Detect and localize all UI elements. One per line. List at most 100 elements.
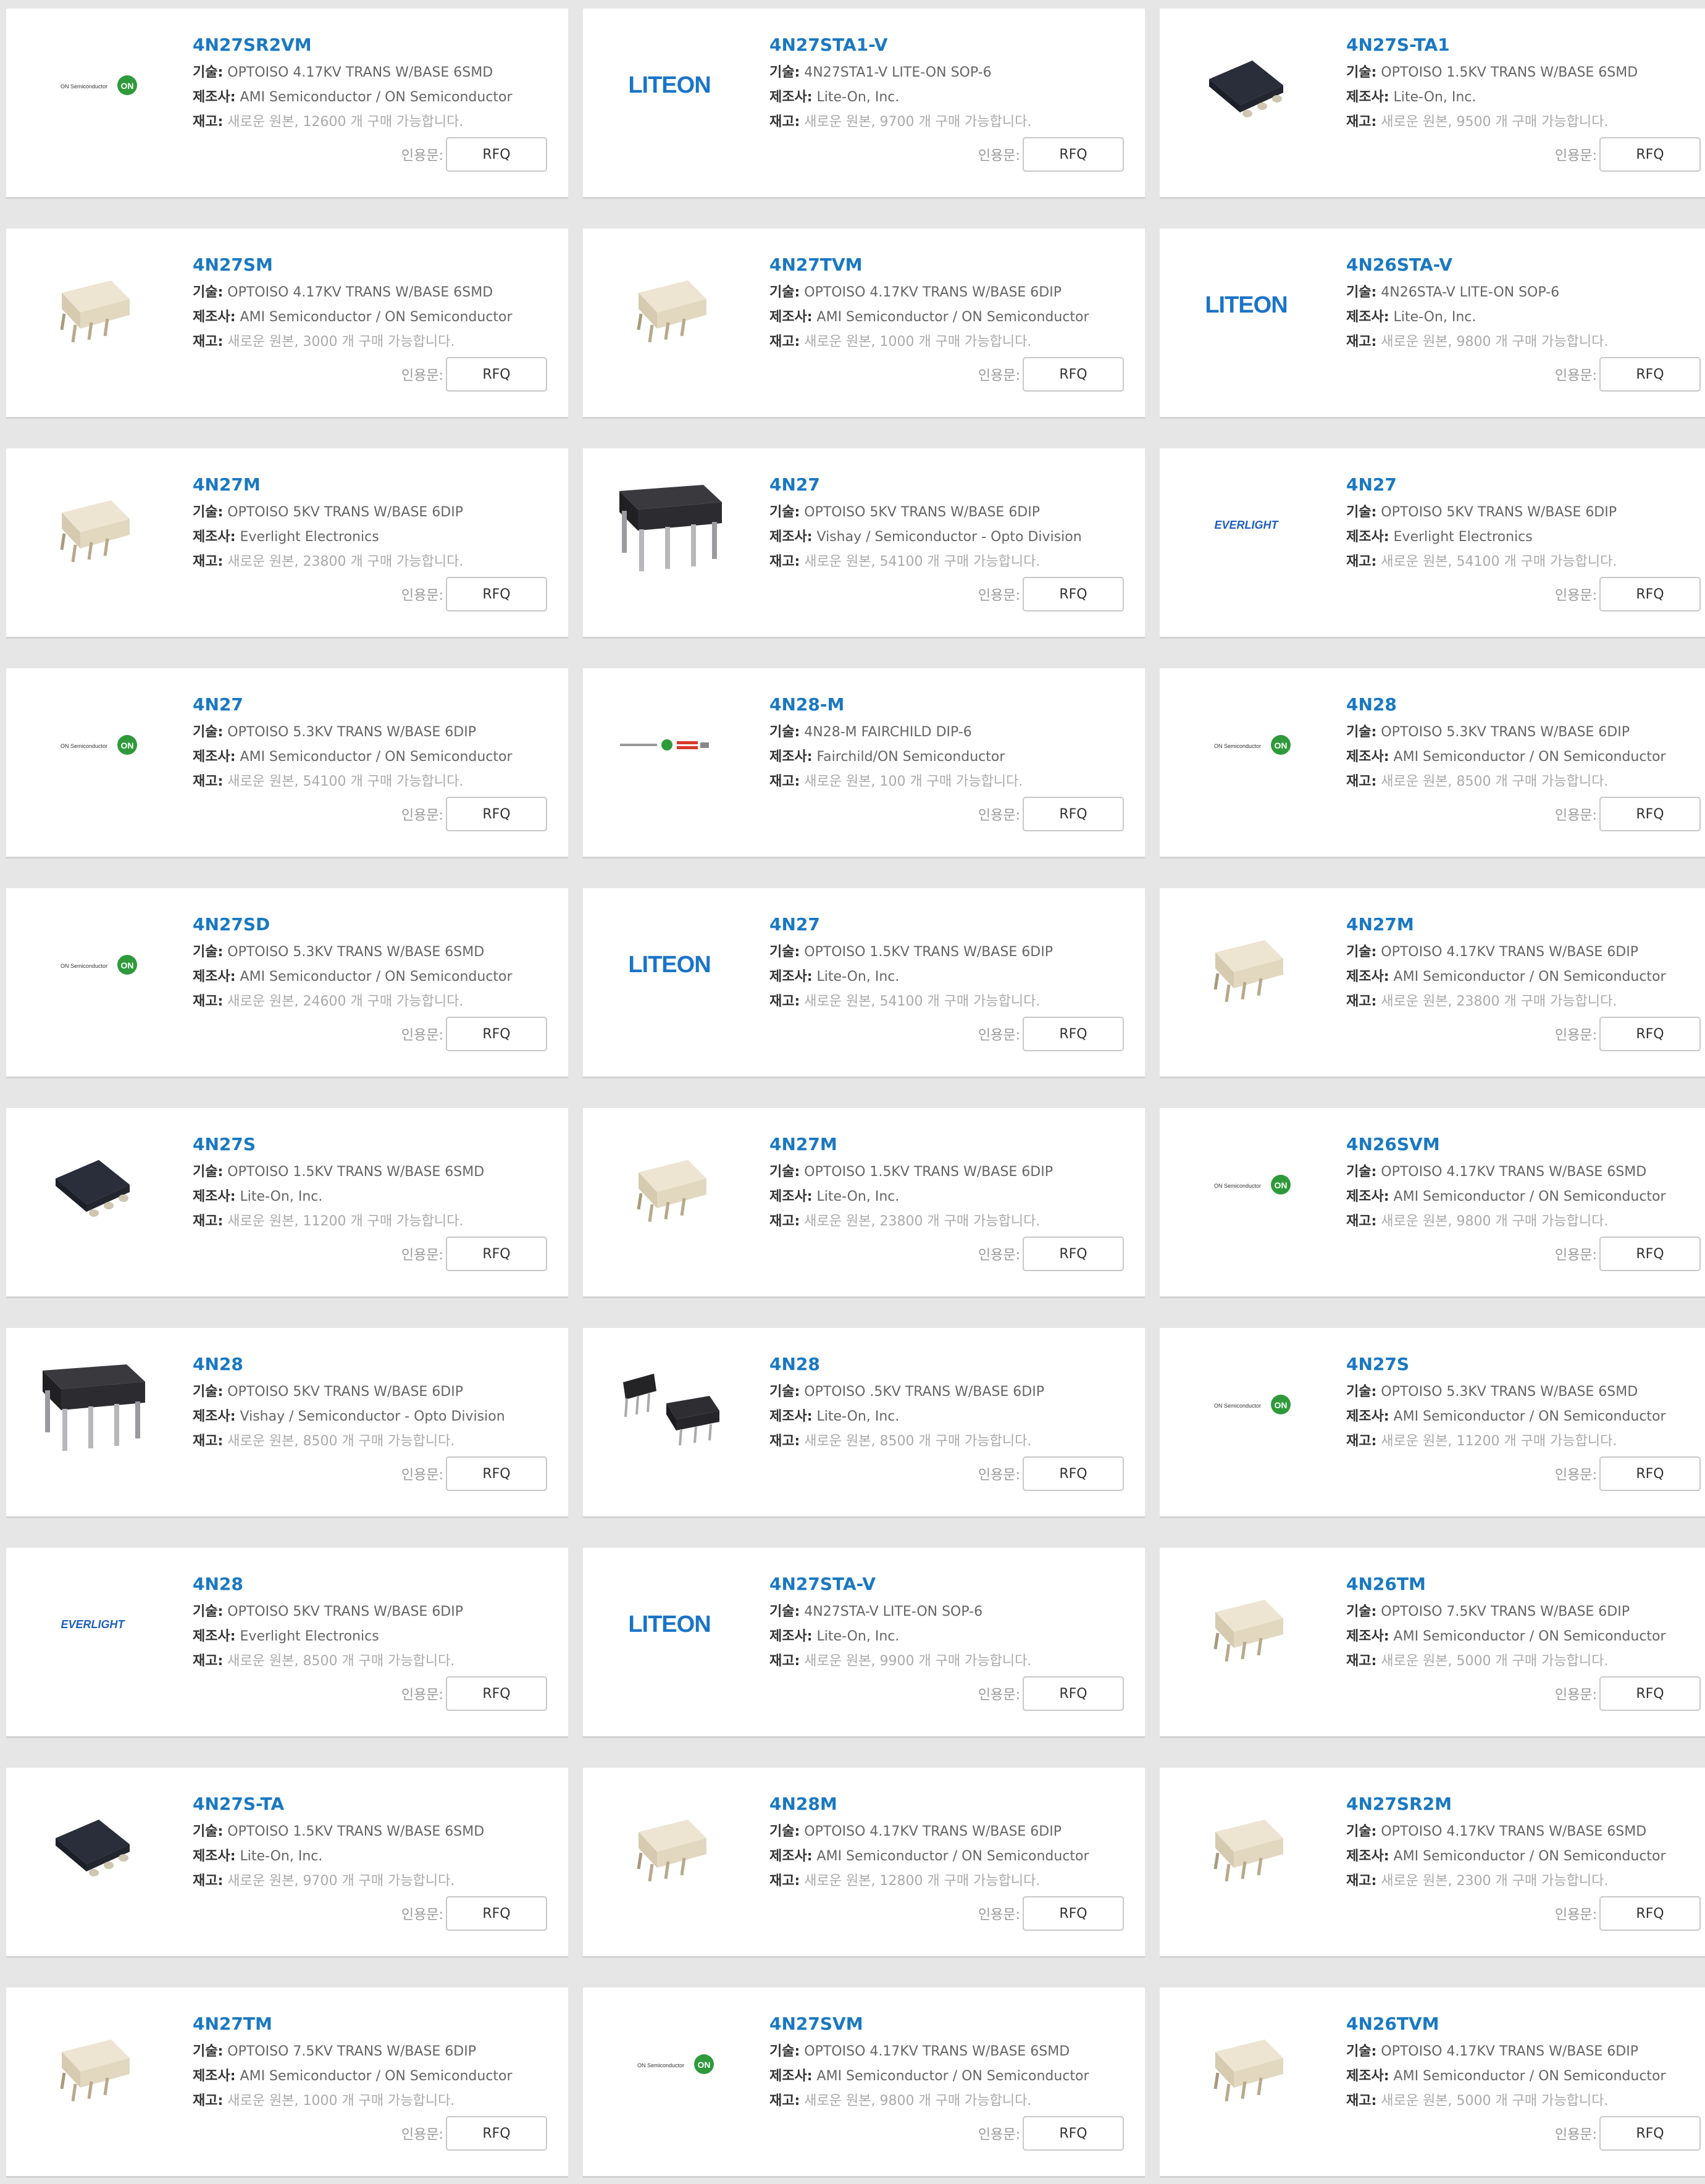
manufacturer-value: Lite-On, Inc. bbox=[816, 969, 900, 985]
part-number-link[interactable]: 4N27TVM bbox=[769, 254, 1126, 275]
part-number-link[interactable]: 4N28-M bbox=[769, 694, 1126, 715]
rfq-button[interactable]: RFQ bbox=[446, 797, 547, 831]
rfq-button[interactable]: RFQ bbox=[1599, 577, 1701, 611]
rfq-button[interactable]: RFQ bbox=[1599, 1896, 1701, 1931]
product-image[interactable] bbox=[608, 1790, 731, 1898]
rfq-button[interactable]: RFQ bbox=[1023, 1676, 1124, 1711]
part-number-link[interactable]: 4N28 bbox=[193, 1354, 550, 1375]
product-image[interactable]: ON Semiconductor ON bbox=[31, 691, 154, 799]
part-number-link[interactable]: 4N27STA-V bbox=[769, 1574, 1126, 1595]
part-number-link[interactable]: 4N28M bbox=[769, 1794, 1126, 1815]
product-image[interactable]: LITEON bbox=[608, 31, 731, 139]
part-number-link[interactable]: 4N27SD bbox=[193, 914, 550, 935]
rfq-button[interactable]: RFQ bbox=[1023, 797, 1124, 831]
product-image[interactable]: ON Semiconductor ON bbox=[608, 2010, 731, 2118]
part-number-link[interactable]: 4N27SR2M bbox=[1346, 1794, 1703, 1815]
product-image[interactable] bbox=[31, 2010, 154, 2118]
product-image[interactable]: EVERLIGHT bbox=[1184, 471, 1308, 579]
rfq-button[interactable]: RFQ bbox=[446, 1896, 547, 1931]
product-image[interactable]: ON Semiconductor ON bbox=[31, 31, 154, 139]
rfq-button[interactable]: RFQ bbox=[1599, 797, 1701, 831]
rfq-button[interactable]: RFQ bbox=[446, 577, 547, 611]
rfq-button[interactable]: RFQ bbox=[1023, 1017, 1124, 1051]
product-image[interactable] bbox=[608, 251, 731, 359]
part-number-link[interactable]: 4N26TM bbox=[1346, 1574, 1703, 1595]
rfq-button[interactable]: RFQ bbox=[1599, 1676, 1701, 1711]
rfq-button[interactable]: RFQ bbox=[446, 2116, 547, 2151]
part-number-link[interactable]: 4N27 bbox=[193, 694, 550, 715]
rfq-button[interactable]: RFQ bbox=[1023, 357, 1124, 392]
part-number-link[interactable]: 4N26TVM bbox=[1346, 2014, 1703, 2035]
product-image[interactable]: EVERLIGHT bbox=[31, 1570, 154, 1678]
product-image[interactable]: ON Semiconductor ON bbox=[31, 910, 154, 1018]
product-image[interactable] bbox=[1184, 910, 1308, 1018]
liteon-logo: LITEON bbox=[628, 1611, 711, 1637]
part-number-link[interactable]: 4N28 bbox=[193, 1574, 550, 1595]
part-number-link[interactable]: 4N27SVM bbox=[769, 2014, 1126, 2035]
rfq-button[interactable]: RFQ bbox=[446, 1237, 547, 1271]
rfq-button[interactable]: RFQ bbox=[1023, 1896, 1124, 1931]
manufacturer-value: AMI Semiconductor / ON Semiconductor bbox=[240, 749, 513, 765]
rfq-button[interactable]: RFQ bbox=[1599, 1237, 1701, 1271]
stock-value: 새로운 원본, 1000 개 구매 가능합니다. bbox=[227, 2093, 455, 2109]
rfq-button[interactable]: RFQ bbox=[1023, 1237, 1124, 1271]
part-number-link[interactable]: 4N27STA1-V bbox=[769, 35, 1126, 56]
product-image[interactable] bbox=[608, 691, 731, 799]
product-image[interactable] bbox=[1184, 1570, 1308, 1678]
on-semiconductor-logo-text: ON Semiconductor bbox=[1214, 743, 1261, 749]
product-image[interactable] bbox=[31, 1130, 154, 1238]
part-number-link[interactable]: 4N26SVM bbox=[1346, 1134, 1703, 1155]
stock-value: 새로운 원본, 8500 개 구매 가능합니다. bbox=[227, 1434, 455, 1449]
part-number-link[interactable]: 4N28 bbox=[769, 1354, 1126, 1375]
part-number-link[interactable]: 4N27SR2VM bbox=[193, 35, 550, 56]
part-number-link[interactable]: 4N27S-TA bbox=[193, 1794, 550, 1815]
part-number-link[interactable]: 4N26STA-V bbox=[1346, 254, 1703, 275]
product-image[interactable] bbox=[1184, 2010, 1308, 2118]
product-image[interactable] bbox=[1184, 31, 1308, 139]
product-image[interactable] bbox=[608, 1130, 731, 1238]
product-image[interactable] bbox=[608, 471, 731, 579]
part-number-link[interactable]: 4N28 bbox=[1346, 694, 1703, 715]
product-image[interactable] bbox=[1184, 1790, 1308, 1898]
product-image[interactable] bbox=[31, 251, 154, 359]
quote-label: 인용문: bbox=[1554, 2127, 1597, 2143]
rfq-button[interactable]: RFQ bbox=[446, 1456, 547, 1491]
part-number-link[interactable]: 4N27S-TA1 bbox=[1346, 35, 1703, 56]
part-number-link[interactable]: 4N27TM bbox=[193, 2014, 550, 2035]
product-image[interactable]: LITEON bbox=[1184, 251, 1308, 359]
manufacturer-label: 제조사: bbox=[193, 749, 236, 765]
product-image[interactable] bbox=[31, 1790, 154, 1898]
part-number-link[interactable]: 4N27S bbox=[193, 1134, 550, 1155]
rfq-button[interactable]: RFQ bbox=[1023, 137, 1124, 172]
part-number-link[interactable]: 4N27 bbox=[769, 474, 1126, 495]
rfq-button[interactable]: RFQ bbox=[1599, 357, 1701, 392]
product-image[interactable]: ON Semiconductor ON bbox=[1184, 691, 1308, 799]
rfq-button[interactable]: RFQ bbox=[1599, 137, 1701, 172]
rfq-button[interactable]: RFQ bbox=[1599, 2116, 1701, 2151]
product-image[interactable]: LITEON bbox=[608, 910, 731, 1018]
product-image[interactable]: ON Semiconductor ON bbox=[1184, 1350, 1308, 1458]
rfq-button[interactable]: RFQ bbox=[446, 357, 547, 392]
part-number-link[interactable]: 4N27SM bbox=[193, 254, 550, 275]
rfq-button[interactable]: RFQ bbox=[1599, 1456, 1701, 1491]
part-number-link[interactable]: 4N27M bbox=[1346, 914, 1703, 935]
part-number-link[interactable]: 4N27M bbox=[769, 1134, 1126, 1155]
rfq-button[interactable]: RFQ bbox=[1023, 2116, 1124, 2151]
product-image[interactable] bbox=[31, 471, 154, 579]
product-info: 4N27S-TA 기술: OPTOISO 1.5KV TRANS W/BASE … bbox=[193, 1794, 550, 1894]
part-number-link[interactable]: 4N27 bbox=[1346, 474, 1703, 495]
product-image[interactable] bbox=[31, 1350, 154, 1458]
rfq-button[interactable]: RFQ bbox=[446, 1017, 547, 1051]
rfq-button[interactable]: RFQ bbox=[1023, 1456, 1124, 1491]
part-number-link[interactable]: 4N27 bbox=[769, 914, 1126, 935]
rfq-button[interactable]: RFQ bbox=[1599, 1017, 1701, 1051]
rfq-button[interactable]: RFQ bbox=[446, 1676, 547, 1711]
rfq-button[interactable]: RFQ bbox=[1023, 577, 1124, 611]
product-image[interactable]: LITEON bbox=[608, 1570, 731, 1678]
tech-value: OPTOISO 5.3KV TRANS W/BASE 6SMD bbox=[227, 944, 485, 960]
part-number-link[interactable]: 4N27S bbox=[1346, 1354, 1703, 1375]
product-image[interactable]: ON Semiconductor ON bbox=[1184, 1130, 1308, 1238]
product-image[interactable] bbox=[608, 1350, 731, 1458]
rfq-button[interactable]: RFQ bbox=[446, 137, 547, 172]
part-number-link[interactable]: 4N27M bbox=[193, 474, 550, 495]
